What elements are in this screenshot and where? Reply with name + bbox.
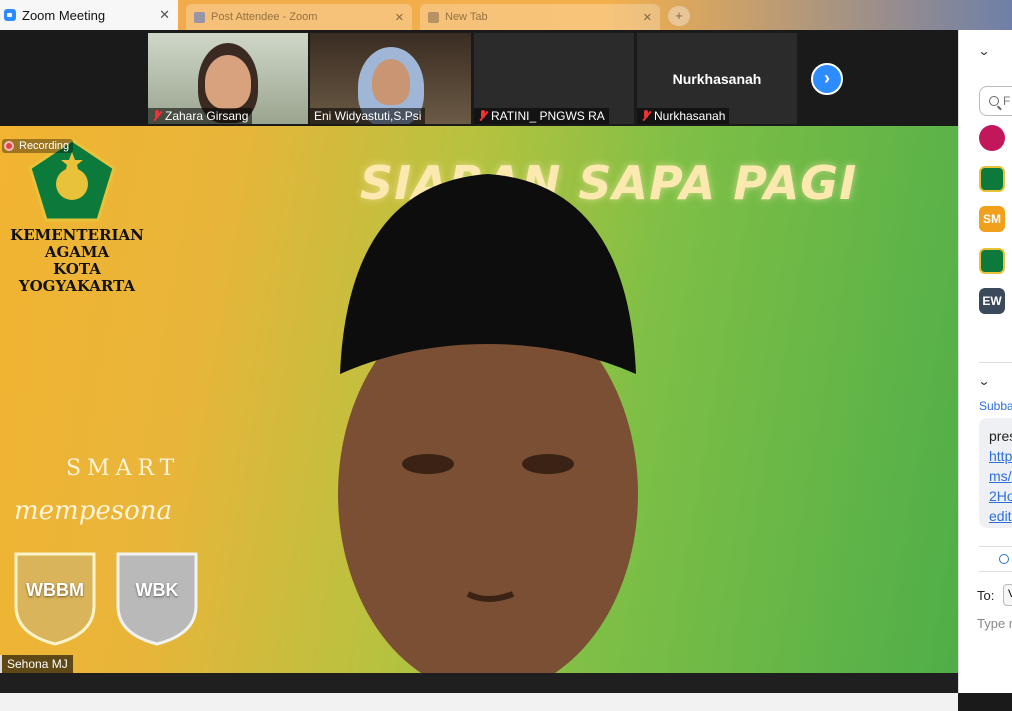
org-line-2: KOTA YOGYAKARTA: [18, 260, 136, 295]
participant-avatar-3[interactable]: SM: [979, 206, 1005, 232]
chat-link[interactable]: ms/: [989, 466, 1012, 486]
badge-label: WBBM: [26, 580, 84, 600]
participant-face: [372, 59, 410, 105]
participant-name: Zahara Girsang: [165, 109, 249, 123]
title-bar: Zoom Meeting ✕ Post Attendee - Zoom ✕ Ne…: [0, 0, 1012, 30]
chat-message-bubble: pres http ms/ 2Ho edit: [979, 418, 1012, 528]
tab-label: New Tab: [445, 11, 488, 23]
badge-label: WBK: [135, 580, 179, 600]
recording-indicator: Recording: [2, 139, 74, 153]
avatar-initials: SM: [983, 212, 1001, 226]
window-title: Zoom Meeting: [22, 7, 106, 23]
panel-divider: [979, 571, 1012, 572]
wbk-badge: WBK: [112, 546, 202, 646]
zoom-app-icon: [4, 9, 16, 21]
thumbnail-label: Zahara Girsang: [148, 108, 253, 124]
tab-label: Post Attendee - Zoom: [211, 11, 318, 23]
desktop-area: [0, 693, 958, 711]
participant-avatar-4[interactable]: [979, 248, 1005, 274]
mic-muted-icon: [152, 110, 162, 122]
video-bottom-strip: [0, 673, 958, 693]
chat-message-text: pres: [989, 428, 1012, 444]
browser-tab-new-tab[interactable]: New Tab ✕: [420, 4, 660, 30]
smart-text: SMART: [66, 456, 181, 481]
collapse-participants-chevron-down-icon[interactable]: ⌄: [977, 44, 990, 58]
participant-display-name: Nurkhasanah: [672, 71, 762, 87]
participant-face: [205, 55, 251, 109]
zoom-window: Zoom Meeting ✕ Post Attendee - Zoom ✕ Ne…: [0, 0, 1012, 711]
search-placeholder: F: [1003, 94, 1011, 108]
chat-to-label: To:: [977, 588, 995, 603]
video-thumbnail-1[interactable]: Zahara Girsang: [148, 33, 308, 124]
chat-recipient-select[interactable]: V: [1003, 584, 1012, 606]
side-panel: ⌄ F SM EW ⌄ Subba pres http ms/ 2Ho edit…: [958, 30, 1012, 693]
org-line-1: KEMENTERIAN AGAMA: [10, 226, 144, 261]
organization-name: KEMENTERIAN AGAMA KOTA YOGYAKARTA: [0, 227, 154, 295]
close-tab-icon[interactable]: ✕: [395, 11, 404, 24]
video-thumbnail-3[interactable]: RATINI_ PNGWS RA: [474, 33, 634, 124]
new-tab-icon: [428, 11, 439, 23]
recording-icon: [4, 141, 14, 151]
next-page-button[interactable]: ›: [811, 63, 843, 95]
wbbm-badge: WBBM: [10, 546, 100, 646]
participant-search-input[interactable]: F: [979, 86, 1012, 116]
chat-link[interactable]: http: [989, 446, 1012, 466]
active-speaker-video[interactable]: Recording KEMENTERIAN AGAMA KOTA YOGYAKA…: [0, 126, 958, 673]
chat-message-input[interactable]: Type m: [977, 616, 1012, 631]
speaker-person: [338, 174, 638, 673]
thumbnail-label: Eni Widyastuti,S.Psi: [310, 108, 426, 124]
close-tab-icon[interactable]: ✕: [643, 11, 652, 24]
chat-link[interactable]: 2Ho: [989, 486, 1012, 506]
chat-link[interactable]: edit: [989, 506, 1012, 526]
chevron-right-icon: ›: [824, 68, 830, 88]
browser-tab-post-attendee[interactable]: Post Attendee - Zoom ✕: [186, 4, 412, 30]
participant-avatar-1[interactable]: [979, 125, 1005, 151]
participant-name: Eni Widyastuti,S.Psi: [314, 109, 422, 123]
recording-label: Recording: [19, 140, 70, 152]
search-icon: [989, 96, 999, 106]
participant-avatar-5[interactable]: EW: [979, 288, 1005, 314]
video-thumbnail-4[interactable]: Nurkhasanah Nurkhasanah: [637, 33, 797, 124]
window-tab-zoom-meeting[interactable]: Zoom Meeting ✕: [0, 0, 178, 30]
thumbnail-label: RATINI_ PNGWS RA: [474, 108, 609, 124]
mic-muted-icon: [478, 110, 488, 122]
participant-thumbnail-strip: Zahara Girsang Eni Widyastuti,S.Psi RATI…: [0, 30, 958, 126]
speaker-name-label: Sehona MJ: [0, 655, 73, 673]
close-icon[interactable]: ✕: [159, 7, 170, 23]
zoom-tab-icon: [194, 11, 205, 23]
panel-divider: [979, 546, 1012, 547]
video-thumbnail-2[interactable]: Eni Widyastuti,S.Psi: [310, 33, 471, 124]
participant-avatar-2[interactable]: [979, 166, 1005, 192]
thumbnail-label: Nurkhasanah: [637, 108, 730, 124]
collapse-chat-chevron-down-icon[interactable]: ⌄: [977, 374, 990, 388]
chat-sender-name: Subba: [979, 399, 1012, 413]
mic-muted-icon: [641, 110, 651, 122]
avatar-initials: EW: [982, 294, 1002, 308]
people-icon[interactable]: [999, 554, 1009, 564]
mempesona-text: mempesona: [14, 496, 172, 526]
panel-divider: [979, 362, 1012, 363]
new-tab-button[interactable]: +: [668, 6, 690, 26]
participant-name: RATINI_ PNGWS RA: [491, 109, 605, 123]
participant-name: Nurkhasanah: [654, 109, 726, 123]
